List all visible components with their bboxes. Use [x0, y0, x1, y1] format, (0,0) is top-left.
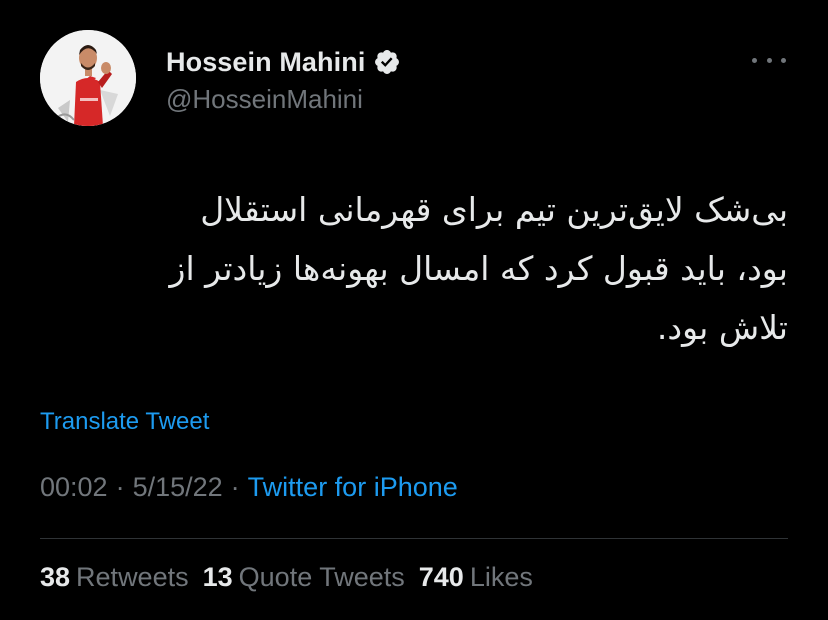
retweets-stat[interactable]: 38 Retweets: [40, 562, 189, 593]
tweet-time[interactable]: 00:02: [40, 472, 108, 503]
avatar[interactable]: [40, 30, 136, 126]
divider: [40, 538, 788, 539]
metadata-separator: ·: [115, 472, 125, 502]
avatar-image: [40, 30, 136, 126]
quote-tweets-count: 13: [202, 562, 233, 592]
tweet-detail: Hossein Mahini @HosseinMahini بی‌شک لایق…: [0, 0, 828, 620]
more-dot: [781, 57, 786, 63]
retweets-count: 38: [40, 562, 71, 592]
author-name-row: Hossein Mahini: [166, 44, 401, 80]
quote-tweets-stat[interactable]: 13 Quote Tweets: [203, 562, 405, 593]
likes-label: Likes: [469, 562, 533, 592]
engagement-stats: 38 Retweets 13 Quote Tweets 740 Likes: [40, 562, 533, 593]
retweets-label: Retweets: [76, 562, 189, 592]
metadata-separator: ·: [230, 472, 240, 502]
translate-tweet-link[interactable]: Translate Tweet: [40, 408, 209, 436]
likes-count: 740: [418, 562, 464, 592]
more-dot: [752, 57, 757, 63]
quote-tweets-label: Quote Tweets: [238, 562, 405, 592]
likes-stat[interactable]: 740 Likes: [419, 562, 533, 593]
author-display-name[interactable]: Hossein Mahini: [166, 47, 365, 78]
tweet-date[interactable]: 5/15/22: [133, 472, 223, 503]
tweet-metadata: 00:02 · 5/15/22 · Twitter for iPhone: [40, 472, 458, 503]
author-handle[interactable]: @HosseinMahini: [166, 84, 363, 115]
verified-badge-icon: [373, 48, 401, 76]
tweet-source-link[interactable]: Twitter for iPhone: [248, 472, 458, 503]
more-options-icon[interactable]: [752, 48, 786, 72]
more-dot: [766, 57, 772, 63]
tweet-text: بی‌شک لایق‌ترین تیم برای قهرمانی استقلال…: [169, 190, 788, 347]
